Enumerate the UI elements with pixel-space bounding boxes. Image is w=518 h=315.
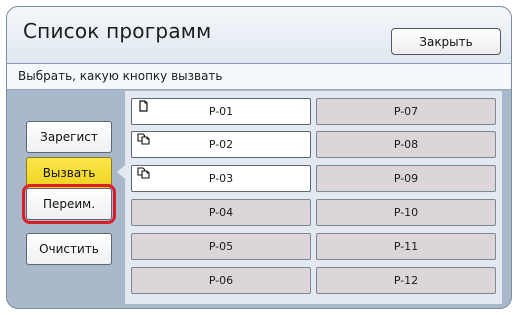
rename-highlight-ring bbox=[22, 184, 116, 224]
program-label: P-11 bbox=[393, 240, 419, 253]
program-button-p-02[interactable]: P-02 bbox=[131, 131, 311, 158]
program-button-p-11[interactable]: P-11 bbox=[316, 233, 496, 260]
program-button-p-10[interactable]: P-10 bbox=[316, 199, 496, 226]
multi-document-icon bbox=[137, 133, 151, 145]
program-label: P-06 bbox=[208, 274, 234, 287]
program-list-screen: Список программ Закрыть Выбрать, какую к… bbox=[6, 6, 512, 309]
program-label: P-03 bbox=[208, 172, 234, 185]
program-button-p-01[interactable]: P-01 bbox=[131, 98, 311, 125]
program-label: P-04 bbox=[208, 206, 234, 219]
program-label: P-08 bbox=[393, 138, 419, 151]
register-button[interactable]: Зарегист bbox=[26, 121, 112, 153]
clear-button[interactable]: Очистить bbox=[26, 233, 112, 265]
program-label: P-02 bbox=[208, 138, 234, 151]
program-label: P-01 bbox=[208, 105, 234, 118]
program-button-p-03[interactable]: P-03 bbox=[131, 165, 311, 192]
program-button-p-12[interactable]: P-12 bbox=[316, 267, 496, 294]
program-button-p-06[interactable]: P-06 bbox=[131, 267, 311, 294]
program-button-p-04[interactable]: P-04 bbox=[131, 199, 311, 226]
program-label: P-09 bbox=[393, 172, 419, 185]
single-document-icon bbox=[137, 100, 151, 112]
program-label: P-05 bbox=[208, 240, 234, 253]
program-button-p-08[interactable]: P-08 bbox=[316, 131, 496, 158]
program-label: P-12 bbox=[393, 274, 419, 287]
instruction-text: Выбрать, какую кнопку вызвать bbox=[18, 69, 223, 83]
program-grid: P-01 P-02 P-03 P-04 P-05 P-06 P-07 P-08 P-09 P-10… bbox=[125, 91, 502, 304]
program-label: P-07 bbox=[393, 105, 419, 118]
header-bar: Список программ Закрыть bbox=[7, 7, 511, 64]
close-button[interactable]: Закрыть bbox=[391, 28, 501, 55]
program-button-p-09[interactable]: P-09 bbox=[316, 165, 496, 192]
program-button-p-05[interactable]: P-05 bbox=[131, 233, 311, 260]
program-label: P-10 bbox=[393, 206, 419, 219]
multi-document-icon bbox=[137, 167, 151, 179]
panel-pointer bbox=[117, 165, 125, 179]
instruction-bar: Выбрать, какую кнопку вызвать bbox=[7, 64, 511, 90]
program-button-p-07[interactable]: P-07 bbox=[316, 98, 496, 125]
page-title: Список программ bbox=[23, 19, 212, 43]
